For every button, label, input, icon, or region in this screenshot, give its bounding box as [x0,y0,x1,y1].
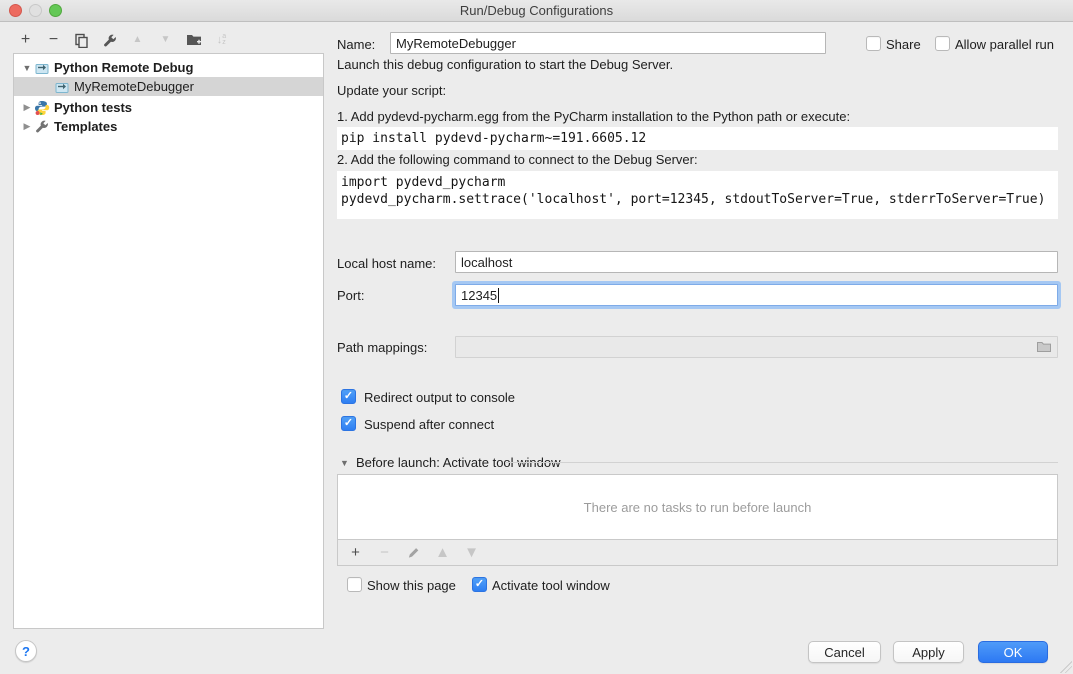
section-divider [505,462,1058,463]
before-launch-collapse-icon[interactable]: ▼ [340,458,349,468]
redirect-output-checkbox[interactable]: ✓ [341,389,356,404]
remove-icon: − [49,32,58,48]
apply-button-label: Apply [912,645,945,660]
name-value: MyRemoteDebugger [396,36,516,51]
move-task-up-button[interactable]: ▲ [434,544,451,561]
description-line-2: Update your script: [337,83,446,98]
browse-folder-icon[interactable] [1036,340,1052,354]
python-tests-icon [34,100,50,116]
tree-item-python-remote-debug[interactable]: ▼ Python Remote Debug [14,58,323,77]
remove-configuration-button[interactable]: − [45,32,62,49]
name-label: Name: [337,37,375,52]
tree-item-python-tests[interactable]: ▶ Python tests [14,98,323,117]
run-debug-configurations-dialog: Run/Debug Configurations + − ▲ ▼ [0,0,1073,674]
tree-item-label: Python Remote Debug [54,60,193,75]
activate-tool-window-checkbox[interactable]: ✓ [472,577,487,592]
before-launch-toolbar: + − ▲ ▼ [337,540,1058,566]
window-title: Run/Debug Configurations [0,3,1073,18]
step-2-text: 2. Add the following command to connect … [337,152,698,167]
chevron-right-icon[interactable]: ▶ [22,121,32,132]
remove-task-button[interactable]: − [376,544,393,561]
path-mappings-input[interactable] [455,336,1058,358]
tree-item-myremotedebugger[interactable]: MyRemoteDebugger [14,77,323,96]
port-label: Port: [337,288,364,303]
local-host-name-input[interactable]: localhost [455,251,1058,273]
port-value: 12345 [461,288,497,303]
description-line-1: Launch this debug configuration to start… [337,57,673,72]
allow-parallel-run-label: Allow parallel run [955,37,1054,52]
chevron-down-icon[interactable]: ▼ [22,63,32,73]
add-icon: + [351,545,360,560]
settrace-code: import pydevd_pycharm pydevd_pycharm.set… [337,171,1058,219]
add-icon: + [21,32,30,48]
configurations-toolbar: + − ▲ ▼ ↓ az [17,29,230,51]
chevron-right-icon[interactable]: ▶ [22,102,32,113]
move-down-icon: ▼ [464,545,479,560]
share-checkbox[interactable] [866,36,881,51]
pencil-icon [407,546,420,559]
local-host-name-label: Local host name: [337,256,436,271]
tree-item-label: MyRemoteDebugger [74,79,194,94]
sort-configurations-button[interactable]: ↓ az [213,32,230,49]
templates-wrench-icon [34,119,50,135]
move-up-icon: ▲ [435,545,450,560]
move-down-icon: ▼ [161,35,171,45]
tree-item-label: Python tests [54,100,132,115]
show-this-page-checkbox[interactable] [347,577,362,592]
check-icon: ✓ [344,418,353,429]
title-bar: Run/Debug Configurations [0,0,1073,22]
move-up-icon: ▲ [133,35,143,45]
configurations-tree: ▼ Python Remote Debug MyRemoteDebugger ▶ [13,53,324,629]
remote-debug-icon [54,79,70,95]
help-button[interactable]: ? [15,640,37,662]
step-1-text: 1. Add pydevd-pycharm.egg from the PyCha… [337,109,850,124]
edit-task-button[interactable] [405,544,422,561]
activate-tool-window-label: Activate tool window [492,578,610,593]
suspend-after-connect-label: Suspend after connect [364,417,494,432]
remove-icon: − [380,545,389,560]
ok-button-label: OK [1004,645,1023,660]
before-launch-task-list[interactable]: There are no tasks to run before launch [337,474,1058,540]
check-icon: ✓ [344,391,353,402]
text-cursor [498,288,499,303]
port-input[interactable]: 12345 [455,284,1058,306]
allow-parallel-run-checkbox[interactable] [935,36,950,51]
sort-az-icon: ↓ az [217,34,226,46]
resize-grip[interactable] [1060,661,1072,673]
remote-debug-icon [34,60,50,76]
cancel-button[interactable]: Cancel [808,641,881,663]
new-folder-icon [186,33,202,47]
path-mappings-label: Path mappings: [337,340,427,355]
copy-configuration-button[interactable] [73,32,90,49]
share-label: Share [886,37,921,52]
redirect-output-label: Redirect output to console [364,390,515,405]
code-line: import pydevd_pycharm [341,174,1054,191]
name-input[interactable]: MyRemoteDebugger [390,32,826,54]
ok-button[interactable]: OK [978,641,1048,663]
edit-templates-button[interactable] [101,32,118,49]
add-configuration-button[interactable]: + [17,32,34,49]
copy-icon [74,33,89,48]
show-this-page-label: Show this page [367,578,456,593]
wrench-icon [102,33,117,48]
suspend-after-connect-checkbox[interactable]: ✓ [341,416,356,431]
check-icon: ✓ [475,579,484,590]
local-host-name-value: localhost [461,255,512,270]
add-task-button[interactable]: + [347,544,364,561]
tree-item-label: Templates [54,119,117,134]
code-line: pip install pydevd-pycharm~=191.6605.12 [341,130,1054,147]
code-line: pydevd_pycharm.settrace('localhost', por… [341,191,1054,208]
cancel-button-label: Cancel [824,645,864,660]
create-folder-button[interactable] [185,32,202,49]
pip-install-code: pip install pydevd-pycharm~=191.6605.12 [337,127,1058,150]
move-task-down-button[interactable]: ▼ [463,544,480,561]
move-down-button[interactable]: ▼ [157,32,174,49]
empty-tasks-text: There are no tasks to run before launch [584,500,812,515]
help-icon: ? [22,644,30,659]
tree-item-templates[interactable]: ▶ Templates [14,117,323,136]
move-up-button[interactable]: ▲ [129,32,146,49]
apply-button[interactable]: Apply [893,641,964,663]
